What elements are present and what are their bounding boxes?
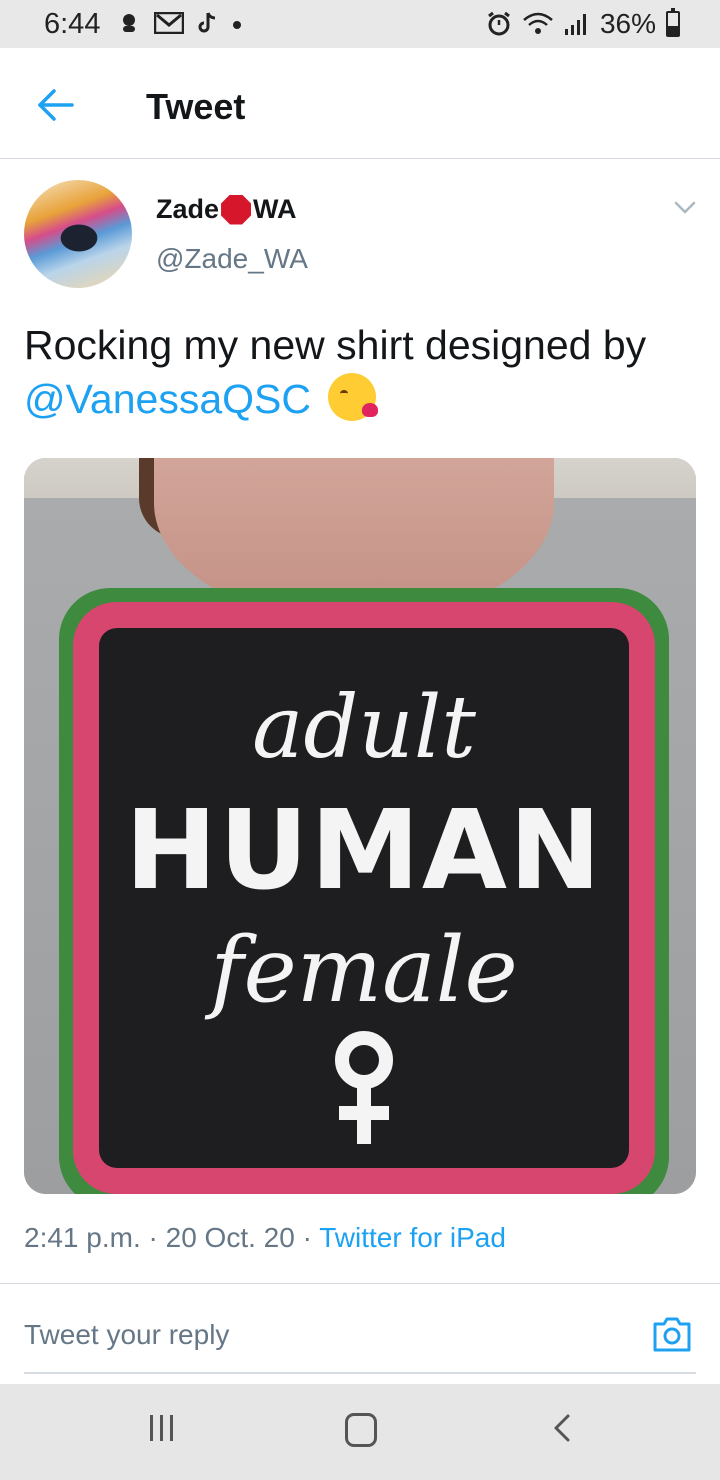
- meta-separator: ·: [302, 1222, 312, 1253]
- battery-percent: 36%: [599, 8, 656, 39]
- tweet-meta: 2:41 p.m. · 20 Oct. 20 · Twitter for iPa…: [24, 1222, 506, 1254]
- gmail-icon: [154, 12, 184, 34]
- system-nav-bar: [0, 1384, 720, 1480]
- author-handle[interactable]: @Zade_WA: [156, 243, 308, 275]
- notification-icons: [118, 12, 242, 34]
- reply-underline: [24, 1372, 696, 1374]
- author-name-second: WA: [253, 194, 297, 224]
- tweet-date: 20 Oct. 20: [165, 1222, 295, 1253]
- divider: [0, 1283, 720, 1284]
- author-name-first: Zade: [156, 194, 220, 224]
- status-time: 6:44: [44, 8, 101, 40]
- tweet-body: Rocking my new shirt designed by: [24, 322, 647, 368]
- avatar[interactable]: [24, 180, 132, 288]
- meta-separator: ·: [148, 1222, 158, 1253]
- print-line-female: female: [210, 918, 518, 1023]
- camera-icon[interactable]: [651, 1314, 693, 1354]
- tweet-text: Rocking my new shirt designed by @Vaness…: [24, 318, 704, 426]
- signal-icon: [564, 14, 586, 35]
- page-title: Tweet: [146, 86, 246, 127]
- dot-icon: [233, 21, 241, 29]
- weather-icon: [123, 14, 135, 32]
- back-arrow-icon[interactable]: [36, 85, 76, 125]
- tweet-time: 2:41 p.m.: [24, 1222, 141, 1253]
- mention-link[interactable]: @VanessaQSC: [24, 376, 311, 422]
- stop-sign-icon: [221, 194, 252, 225]
- battery-icon: [666, 8, 680, 37]
- shirt-print: adult HUMAN female: [99, 628, 629, 1168]
- author-name[interactable]: Zade WA: [156, 194, 297, 225]
- wifi-icon: [523, 12, 553, 34]
- status-bar: 6:44 36%: [0, 0, 720, 48]
- reply-input[interactable]: Tweet your reply: [24, 1310, 624, 1360]
- alarm-icon: [488, 11, 510, 36]
- home-icon[interactable]: [343, 1408, 377, 1448]
- kiss-face-emoji-icon: [328, 373, 379, 421]
- tweet-photo[interactable]: adult HUMAN female: [24, 458, 696, 1194]
- system-status: 36%: [486, 8, 680, 40]
- print-line-adult: adult: [252, 678, 476, 778]
- print-line-human: HUMAN: [124, 786, 604, 914]
- top-app-bar: Tweet: [0, 48, 720, 159]
- recent-apps-icon[interactable]: [146, 1408, 176, 1448]
- nav-back-icon[interactable]: [548, 1408, 578, 1448]
- tweet-source-link[interactable]: Twitter for iPad: [319, 1222, 506, 1253]
- tiktok-icon: [198, 12, 216, 33]
- venus-symbol-icon: [335, 1031, 393, 1144]
- chevron-down-icon[interactable]: [670, 196, 700, 220]
